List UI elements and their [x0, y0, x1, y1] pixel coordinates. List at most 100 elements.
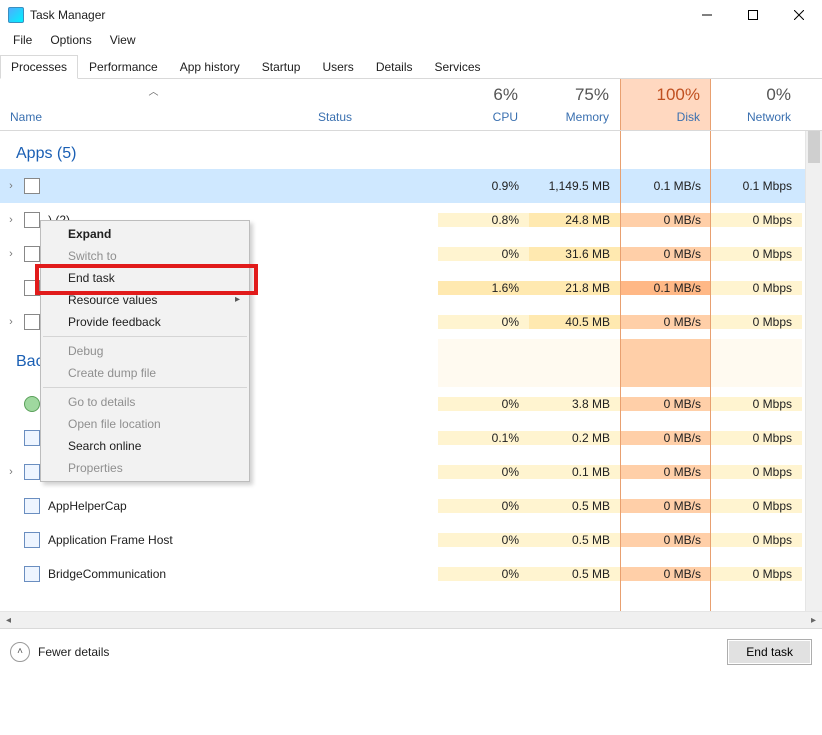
process-disk: 0 MB/s — [620, 397, 711, 411]
horizontal-scrollbar[interactable]: ◂ ▸ — [0, 611, 822, 628]
chevron-up-icon: ˄ — [10, 642, 30, 662]
process-disk: 0 MB/s — [620, 499, 711, 513]
column-header-status[interactable]: Status — [308, 79, 438, 130]
process-disk: 0 MB/s — [620, 533, 711, 547]
maximize-button[interactable] — [730, 0, 776, 30]
context-menu-expand[interactable]: Expand — [42, 223, 248, 245]
process-memory: 0.2 MB — [529, 431, 620, 445]
title-bar: Task Manager — [0, 0, 822, 30]
process-network: 0 Mbps — [711, 567, 802, 581]
tab-services[interactable]: Services — [424, 55, 492, 79]
minimize-button[interactable] — [684, 0, 730, 30]
process-network: 0 Mbps — [711, 213, 802, 227]
fewer-details-button[interactable]: ˄ Fewer details — [10, 642, 109, 662]
end-task-button[interactable]: End task — [727, 639, 812, 665]
menu-view[interactable]: View — [101, 31, 145, 49]
process-disk: 0 MB/s — [620, 465, 711, 479]
chevron-right-icon[interactable]: › — [4, 179, 18, 193]
chevron-right-icon: ▸ — [235, 294, 240, 305]
process-network: 0 Mbps — [711, 533, 802, 547]
app-icon — [24, 212, 40, 228]
process-row[interactable]: › Application Frame Host 0% 0.5 MB 0 MB/… — [0, 523, 822, 557]
process-network: 0 Mbps — [711, 397, 802, 411]
app-icon — [24, 280, 40, 296]
process-name: AppHelperCap — [48, 499, 127, 513]
column-header-disk[interactable]: 100% Disk — [620, 79, 711, 130]
memory-total: 75% — [539, 85, 609, 105]
context-menu-resource-values-label: Resource values — [68, 293, 157, 307]
process-cpu: 1.6% — [438, 281, 529, 295]
network-total: 0% — [721, 85, 791, 105]
cpu-label: CPU — [448, 110, 518, 124]
process-cpu: 0% — [438, 315, 529, 329]
process-cpu: 0.1% — [438, 431, 529, 445]
process-cpu: 0.9% — [438, 179, 529, 193]
column-header-memory[interactable]: 75% Memory — [529, 79, 620, 130]
process-row[interactable]: › AppHelperCap 0% 0.5 MB 0 MB/s 0 Mbps — [0, 489, 822, 523]
process-name: BridgeCommunication — [48, 567, 166, 581]
column-header-network[interactable]: 0% Network — [711, 79, 802, 130]
process-row[interactable]: › BridgeCommunication 0% 0.5 MB 0 MB/s 0… — [0, 557, 822, 591]
process-row[interactable]: › 0.9% 1,149.5 MB 0.1 MB/s 0.1 Mbps — [0, 169, 822, 203]
menu-options[interactable]: Options — [41, 31, 100, 49]
tab-users[interactable]: Users — [311, 55, 364, 79]
spacer-row — [0, 131, 822, 145]
column-header-name[interactable]: ︿ Name — [0, 79, 308, 130]
app-icon — [24, 396, 40, 412]
scrollbar-thumb[interactable] — [808, 131, 820, 163]
tab-processes[interactable]: Processes — [0, 55, 78, 79]
process-memory: 0.5 MB — [529, 533, 620, 547]
memory-label: Memory — [539, 110, 609, 124]
chevron-right-icon[interactable]: › — [4, 315, 18, 329]
process-disk: 0 MB/s — [620, 315, 711, 329]
column-header-status-label: Status — [318, 110, 427, 124]
process-cpu: 0% — [438, 247, 529, 261]
process-network: 0 Mbps — [711, 281, 802, 295]
context-menu-provide-feedback[interactable]: Provide feedback — [42, 311, 248, 333]
process-network: 0 Mbps — [711, 499, 802, 513]
context-menu-resource-values[interactable]: Resource values ▸ — [42, 289, 248, 311]
column-header-cpu[interactable]: 6% CPU — [438, 79, 529, 130]
service-icon — [24, 498, 40, 514]
process-disk: 0.1 MB/s — [620, 281, 711, 295]
scroll-left-icon[interactable]: ◂ — [0, 615, 17, 626]
process-memory: 21.8 MB — [529, 281, 620, 295]
vertical-scrollbar[interactable] — [805, 131, 822, 611]
tab-performance[interactable]: Performance — [78, 55, 169, 79]
chevron-right-icon[interactable]: › — [4, 247, 18, 261]
process-cpu: 0% — [438, 567, 529, 581]
menu-file[interactable]: File — [4, 31, 41, 49]
process-network: 0 Mbps — [711, 465, 802, 479]
process-memory: 0.1 MB — [529, 465, 620, 479]
column-headers: ︿ Name Status 6% CPU 75% Memory 100% Dis… — [0, 79, 822, 131]
context-menu-search-online[interactable]: Search online — [42, 435, 248, 457]
process-cpu: 0% — [438, 397, 529, 411]
process-memory: 40.5 MB — [529, 315, 620, 329]
context-menu-end-task[interactable]: End task — [42, 267, 248, 289]
close-button[interactable] — [776, 0, 822, 30]
menu-bar: File Options View — [0, 30, 822, 50]
context-menu-go-to-details: Go to details — [42, 391, 248, 413]
tab-app-history[interactable]: App history — [169, 55, 251, 79]
scroll-right-icon[interactable]: ▸ — [805, 615, 822, 626]
chevron-right-icon[interactable]: › — [4, 465, 18, 479]
context-menu-separator — [43, 336, 247, 337]
app-icon — [24, 178, 40, 194]
process-disk: 0.1 MB/s — [620, 179, 711, 193]
tab-details[interactable]: Details — [365, 55, 424, 79]
window-controls — [684, 0, 822, 30]
window-title: Task Manager — [30, 8, 684, 22]
process-memory: 24.8 MB — [529, 213, 620, 227]
process-cpu: 0% — [438, 465, 529, 479]
context-menu-separator — [43, 387, 247, 388]
process-memory: 0.5 MB — [529, 567, 620, 581]
chevron-right-icon[interactable]: › — [4, 213, 18, 227]
context-menu-open-file-location: Open file location — [42, 413, 248, 435]
process-memory: 1,149.5 MB — [529, 179, 620, 193]
tab-startup[interactable]: Startup — [251, 55, 312, 79]
process-network: 0 Mbps — [711, 315, 802, 329]
process-memory: 0.5 MB — [529, 499, 620, 513]
service-icon — [24, 464, 40, 480]
task-manager-icon — [8, 7, 24, 23]
group-apps[interactable]: Apps (5) — [0, 145, 822, 169]
